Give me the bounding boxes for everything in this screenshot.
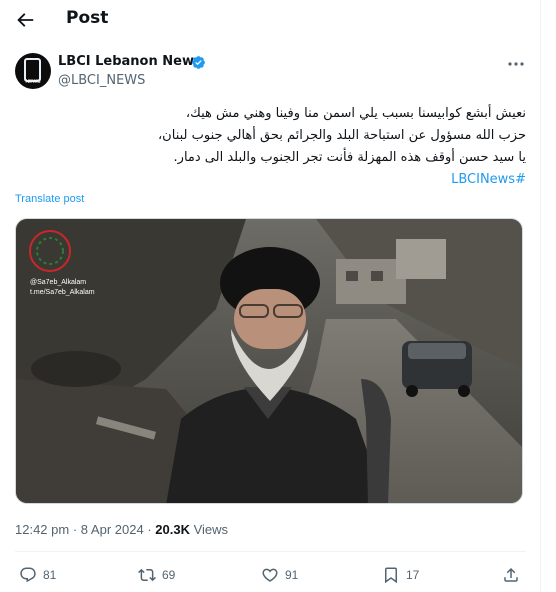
meta-separator: ·: [72, 522, 78, 537]
like-button[interactable]: 91: [261, 565, 298, 585]
more-options-icon[interactable]: [506, 56, 526, 70]
views-count[interactable]: 20.3K: [155, 522, 190, 537]
post-video[interactable]: @Sa7eb_Alkalam t.me/Sa7eb_Alkalam: [15, 218, 523, 504]
share-icon: [504, 567, 518, 582]
post-text-line: نعيش أبشع كوابيسنا بسبب يلي اسمن منا وفي…: [185, 106, 526, 121]
meta-separator: ·: [147, 522, 152, 537]
bookmark-button[interactable]: 17: [382, 565, 419, 585]
avatar-logo-text: NEWS: [25, 79, 41, 85]
hashtag-link[interactable]: #LBCINews: [451, 172, 526, 187]
bookmark-count: 17: [406, 568, 420, 582]
header: Post: [0, 0, 541, 42]
avatar[interactable]: NEWS: [15, 53, 51, 89]
divider: [15, 551, 526, 552]
video-frame-image: [16, 219, 522, 503]
author-handle[interactable]: @LBCI_NEWS: [58, 73, 145, 88]
translate-post-link[interactable]: Translate post: [15, 193, 84, 205]
repost-button[interactable]: 69: [138, 565, 175, 585]
verified-badge-icon: [191, 55, 206, 70]
reply-button[interactable]: 81: [19, 565, 56, 585]
post-time[interactable]: 12:42 pm: [15, 522, 69, 537]
video-watermark-link: t.me/Sa7eb_Alkalam: [30, 289, 95, 296]
back-arrow-icon[interactable]: [14, 9, 36, 31]
like-count: 91: [285, 568, 299, 582]
author-name[interactable]: LBCI Lebanon News: [58, 54, 202, 69]
post-meta: 12:42 pm · 8 Apr 2024 · 20.3K Views: [15, 522, 228, 537]
reply-icon: [20, 567, 36, 583]
post-text-line: يا سيد حسن أوقف هذه المهزلة فأنت تجر الج…: [173, 150, 526, 165]
heart-icon: [262, 568, 278, 582]
repost-count: 69: [162, 568, 176, 582]
post-page: Post NEWS LBCI Lebanon News @LBCI_NEWS ن…: [0, 0, 541, 592]
post-date[interactable]: 8 Apr 2024: [81, 522, 144, 537]
repost-icon: [138, 568, 156, 582]
views-label: Views: [193, 522, 229, 537]
reply-count: 81: [43, 568, 57, 582]
video-watermark-handle: @Sa7eb_Alkalam: [30, 279, 87, 286]
post-text-line: حزب الله مسؤول عن استباحة البلد والجرائم…: [157, 128, 526, 143]
bookmark-icon: [385, 567, 397, 584]
share-button[interactable]: [502, 565, 520, 585]
post-text: نعيش أبشع كوابيسنا بسبب يلي اسمن منا وفي…: [100, 103, 526, 191]
page-title: Post: [66, 8, 109, 28]
